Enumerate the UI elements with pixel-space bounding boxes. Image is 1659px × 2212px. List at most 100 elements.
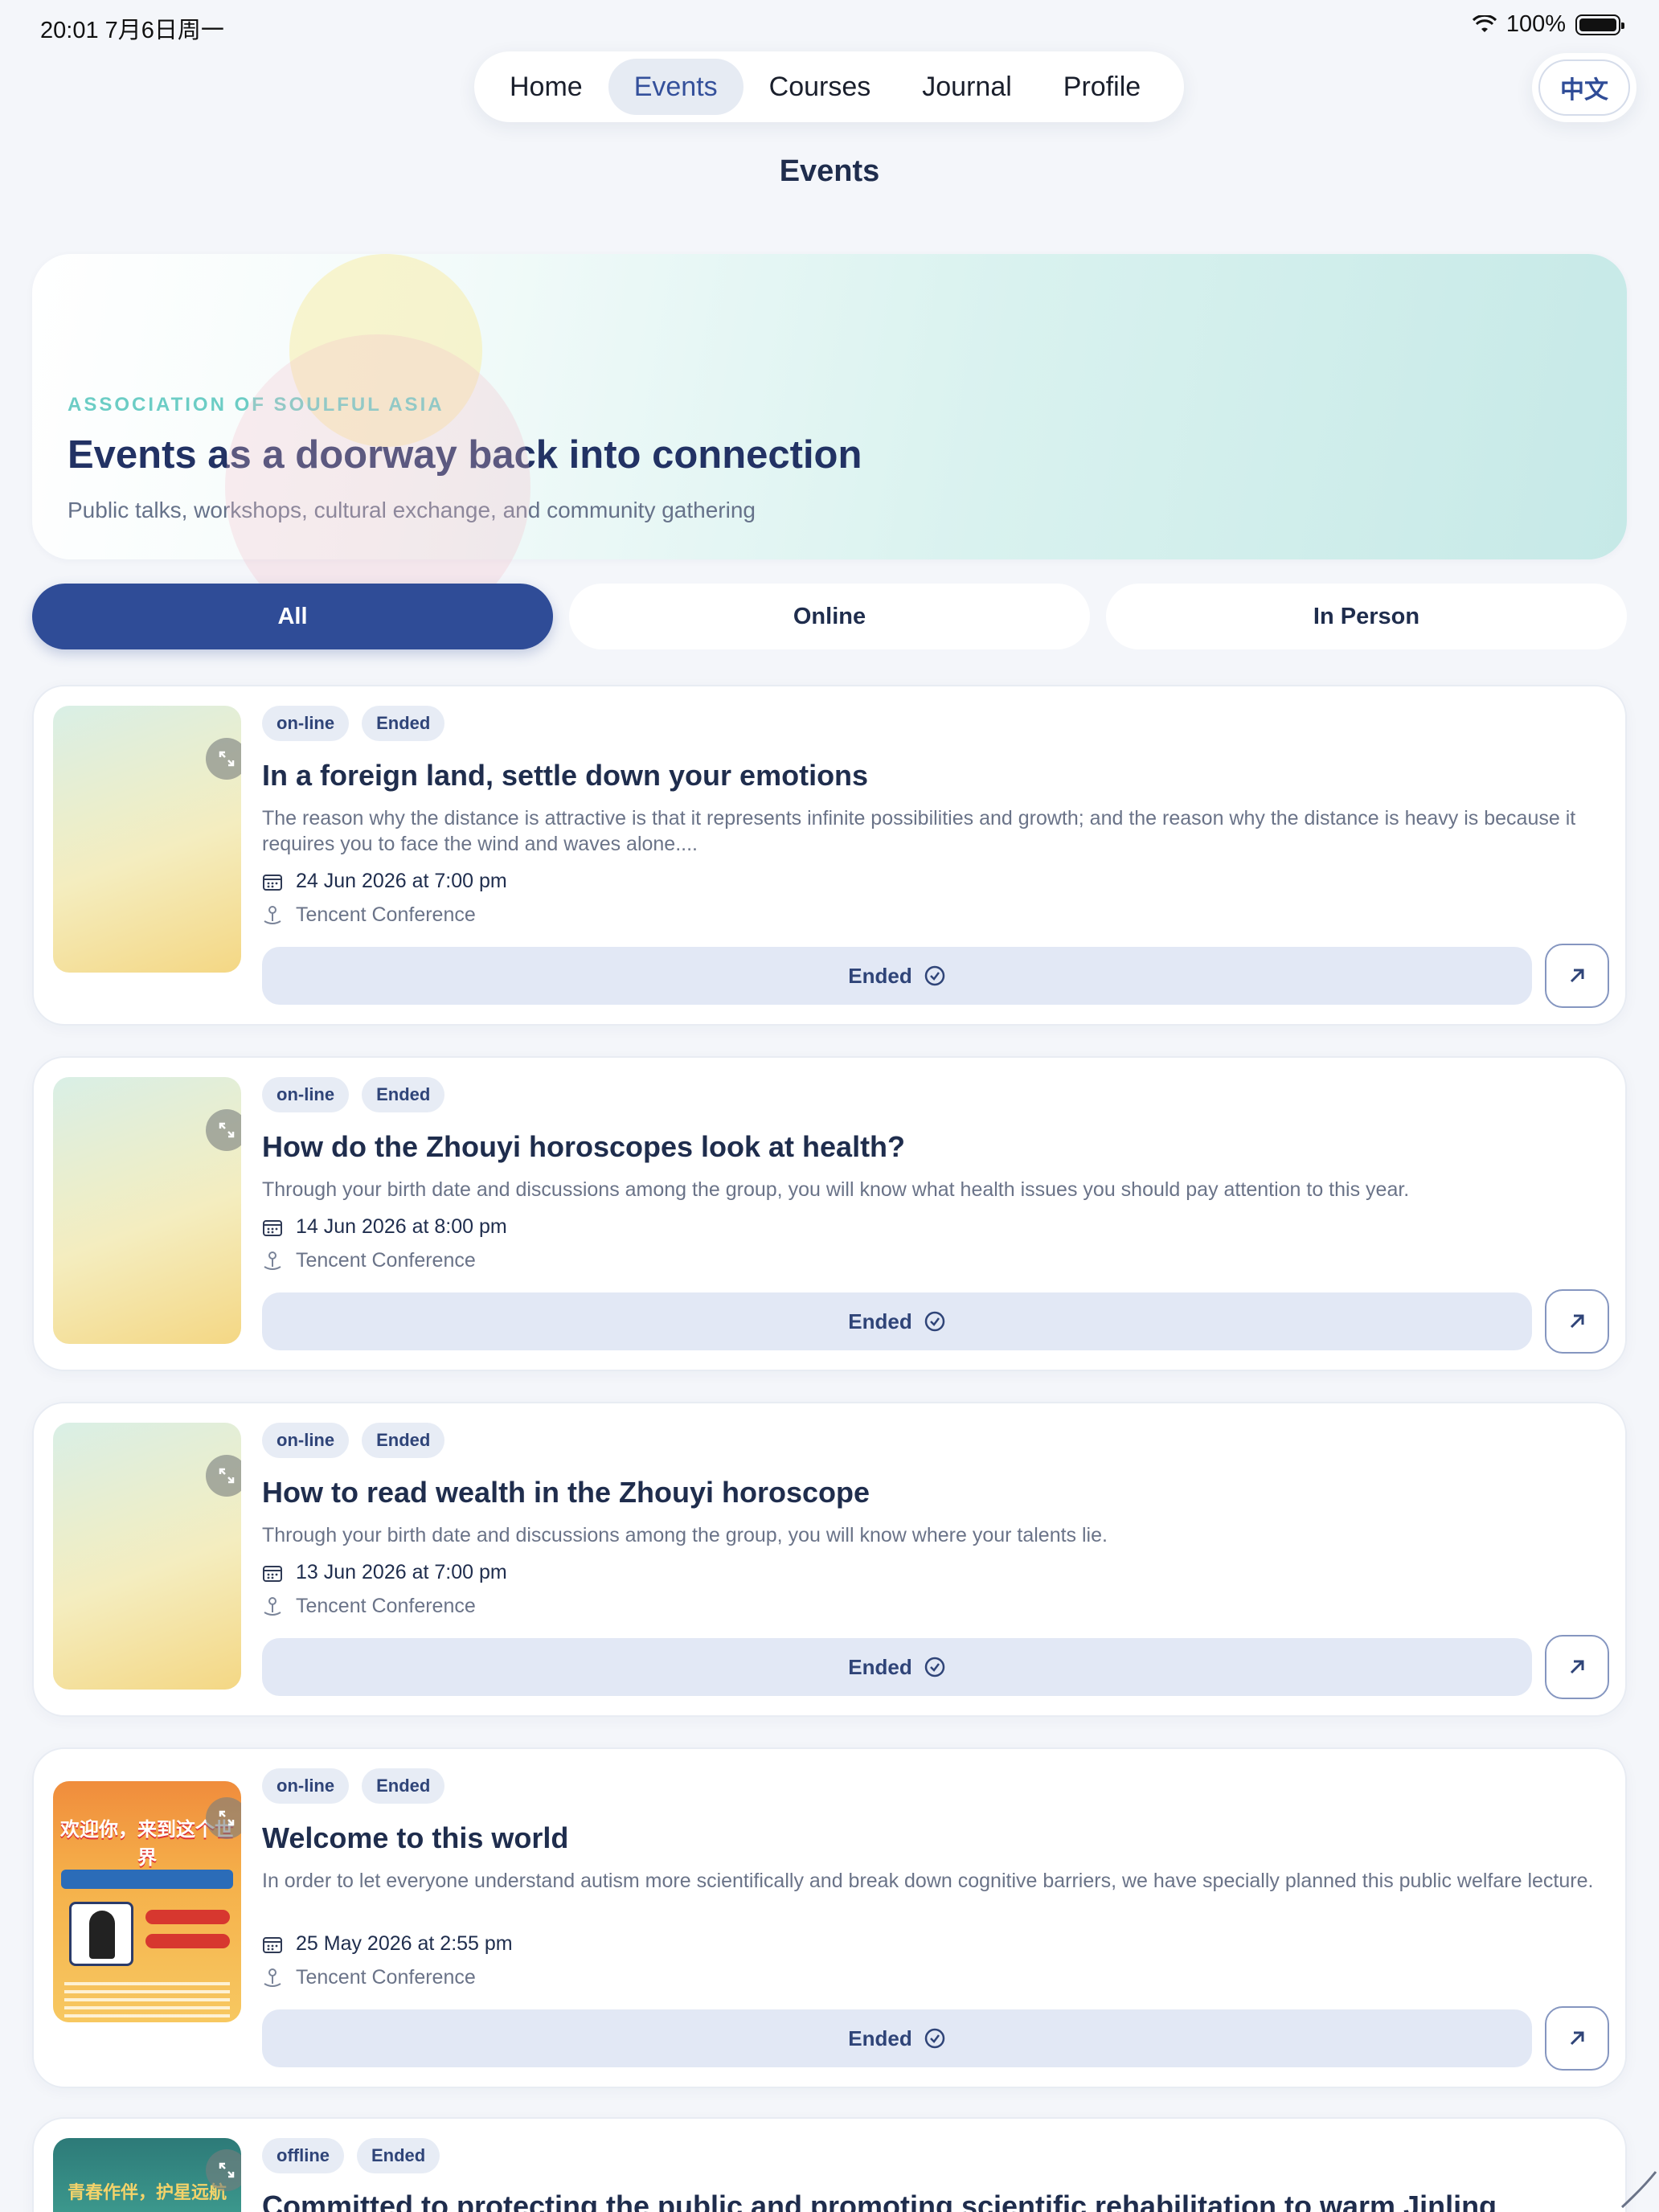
event-tags: on-line Ended [262, 1077, 445, 1112]
tag-mode: on-line [262, 1077, 350, 1112]
check-circle-icon [924, 1311, 944, 1332]
tag-mode: on-line [262, 706, 350, 741]
event-date-row: 13 Jun 2026 at 7:00 pm [262, 1561, 507, 1584]
wifi-icon [1472, 14, 1497, 32]
event-status-label: Ended [848, 963, 912, 988]
arrow-up-right-icon [1570, 969, 1584, 983]
open-event-button[interactable] [1545, 1635, 1609, 1699]
event-status-button[interactable]: Ended [262, 2009, 1532, 2067]
tag-status: Ended [357, 2138, 440, 2173]
event-date: 24 Jun 2026 at 7:00 pm [296, 870, 507, 892]
calendar-icon [263, 1565, 282, 1582]
event-thumbnail[interactable] [53, 1423, 241, 1690]
event-tags: offline Ended [262, 2138, 440, 2173]
page-curl-icon[interactable] [1611, 2164, 1659, 2212]
event-date-row: 25 May 2026 at 2:55 pm [262, 1932, 513, 1956]
event-description: The reason why the distance is attractiv… [262, 807, 1576, 855]
event-status-button[interactable]: Ended [262, 947, 1532, 1005]
location-pin-icon [264, 1251, 281, 1270]
expand-icon[interactable] [206, 738, 241, 780]
tag-mode: on-line [262, 1768, 350, 1804]
expand-icon[interactable] [206, 1455, 241, 1497]
open-event-button[interactable] [1545, 1289, 1609, 1354]
event-thumbnail[interactable] [53, 1077, 241, 1344]
filter-in-person[interactable]: In Person [1106, 584, 1627, 649]
event-title[interactable]: Committed to protecting the public and p… [262, 2189, 1497, 2212]
event-thumbnail[interactable] [53, 706, 241, 973]
nav-profile[interactable]: Profile [1038, 59, 1166, 115]
expand-icon[interactable] [206, 1109, 241, 1151]
event-title[interactable]: Welcome to this world [262, 1821, 568, 1855]
event-place: Tencent Conference [296, 1595, 476, 1617]
open-event-button[interactable] [1545, 944, 1609, 1008]
arrow-up-right-icon [1570, 1314, 1584, 1329]
expand-icon[interactable] [206, 2149, 241, 2191]
tag-status: Ended [362, 1768, 445, 1804]
battery-percent: 100% [1505, 11, 1566, 37]
check-circle-icon [924, 2028, 944, 2049]
status-time: 20:01 7月6日周一 [40, 18, 224, 43]
event-filter-tabs: All Online In Person [32, 584, 1627, 649]
event-status-label: Ended [848, 2026, 912, 2050]
tag-mode: on-line [262, 1423, 350, 1458]
calendar-icon [263, 1219, 282, 1236]
filter-online[interactable]: Online [569, 584, 1090, 649]
hero-subtitle: Public talks, workshops, cultural exchan… [68, 498, 756, 522]
status-bar: 20:01 7月6日周一 100% [0, 0, 1659, 53]
calendar-icon [263, 874, 282, 891]
location-pin-icon [264, 1968, 281, 1987]
nav-courses[interactable]: Courses [743, 59, 897, 115]
event-thumbnail[interactable]: 青春作伴，护星远航 [53, 2138, 241, 2212]
calendar-icon [263, 1936, 282, 1953]
event-description: Through your birth date and discussions … [262, 1524, 1108, 1546]
hero-banner: ASSOCIATION OF SOULFUL ASIA Events as a … [32, 254, 1627, 559]
tag-status: Ended [362, 1423, 445, 1458]
arrow-up-right-icon [1570, 2031, 1584, 2046]
event-card[interactable]: 青春作伴，护星远航 offline Ended Committed to pro… [32, 2117, 1627, 2212]
event-place-row: Tencent Conference [262, 903, 476, 927]
tag-status: Ended [362, 706, 445, 741]
check-circle-icon [924, 965, 944, 986]
expand-icon[interactable] [206, 1797, 241, 1839]
event-status-label: Ended [848, 1654, 912, 1679]
status-right: 100% [1472, 11, 1624, 38]
tag-status: Ended [362, 1077, 445, 1112]
events-page: 20:01 7月6日周一 100% Home Events Courses Jo… [0, 0, 1659, 2212]
event-title[interactable]: How to read wealth in the Zhouyi horosco… [262, 1476, 870, 1509]
event-place-row: Tencent Conference [262, 1595, 476, 1618]
event-date: 13 Jun 2026 at 7:00 pm [296, 1561, 507, 1583]
event-status-button[interactable]: Ended [262, 1638, 1532, 1696]
event-status-button[interactable]: Ended [262, 1292, 1532, 1350]
event-tags: on-line Ended [262, 1423, 445, 1458]
event-title[interactable]: In a foreign land, settle down your emot… [262, 759, 868, 793]
event-tags: on-line Ended [262, 706, 445, 741]
event-date: 25 May 2026 at 2:55 pm [296, 1932, 513, 1955]
event-card[interactable]: on-line Ended In a foreign land, settle … [32, 685, 1627, 1026]
open-event-button[interactable] [1545, 2006, 1609, 2071]
location-pin-icon [264, 1596, 281, 1616]
nav-journal[interactable]: Journal [896, 59, 1038, 115]
event-place: Tencent Conference [296, 1966, 476, 1989]
event-date: 14 Jun 2026 at 8:00 pm [296, 1215, 507, 1238]
nav-home[interactable]: Home [484, 59, 608, 115]
language-toggle[interactable]: 中文 [1532, 53, 1636, 122]
event-place-row: Tencent Conference [262, 1966, 476, 1989]
language-label: 中文 [1538, 59, 1630, 116]
event-place-row: Tencent Conference [262, 1249, 476, 1272]
nav-events[interactable]: Events [608, 59, 743, 115]
event-card[interactable]: on-line Ended How to read wealth in the … [32, 1402, 1627, 1717]
top-nav: Home Events Courses Journal Profile [474, 51, 1184, 122]
event-date-row: 14 Jun 2026 at 8:00 pm [262, 1215, 507, 1239]
event-thumbnail[interactable]: 欢迎你，来到这个世界 [53, 1781, 241, 2022]
battery-icon [1575, 14, 1624, 35]
location-pin-icon [264, 905, 281, 924]
event-card[interactable]: 欢迎你，来到这个世界 on-line Ended Welcome to this… [32, 1747, 1627, 2088]
check-circle-icon [924, 1657, 944, 1677]
event-description: In order to let everyone understand auti… [262, 1870, 1594, 1892]
event-place: Tencent Conference [296, 903, 476, 926]
filter-all[interactable]: All [32, 584, 553, 649]
event-card[interactable]: on-line Ended How do the Zhouyi horoscop… [32, 1056, 1627, 1371]
event-title[interactable]: How do the Zhouyi horoscopes look at hea… [262, 1130, 905, 1164]
page-title: Events [779, 154, 880, 188]
event-place: Tencent Conference [296, 1249, 476, 1272]
